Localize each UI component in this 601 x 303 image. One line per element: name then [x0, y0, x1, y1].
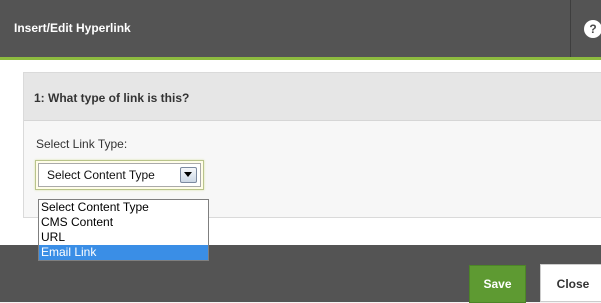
link-type-select-focus-ring: Select Content Type	[35, 160, 204, 190]
chevron-down-icon[interactable]	[180, 167, 197, 183]
close-button[interactable]: Close	[540, 264, 601, 302]
save-button[interactable]: Save	[469, 265, 526, 303]
dropdown-option-highlighted[interactable]: Email Link	[39, 245, 208, 260]
link-type-select[interactable]: Select Content Type	[38, 163, 201, 187]
step-header: 1: What type of link is this?	[24, 73, 601, 121]
link-type-label: Select Link Type:	[36, 137, 128, 151]
dropdown-option[interactable]: URL	[39, 230, 208, 245]
dialog-titlebar: Insert/Edit Hyperlink ?	[0, 0, 601, 57]
dropdown-option[interactable]: Select Content Type	[39, 200, 208, 215]
dialog-title: Insert/Edit Hyperlink	[14, 21, 131, 35]
help-icon[interactable]: ?	[584, 20, 601, 38]
step-title: 1: What type of link is this?	[34, 91, 190, 105]
titlebar-divider	[570, 0, 571, 57]
dropdown-option[interactable]: CMS Content	[39, 215, 208, 230]
step-panel: 1: What type of link is this? Select Lin…	[23, 72, 601, 218]
link-type-dropdown-list: Select Content Type CMS Content URL Emai…	[38, 199, 209, 261]
link-type-selected-value: Select Content Type	[47, 168, 155, 182]
